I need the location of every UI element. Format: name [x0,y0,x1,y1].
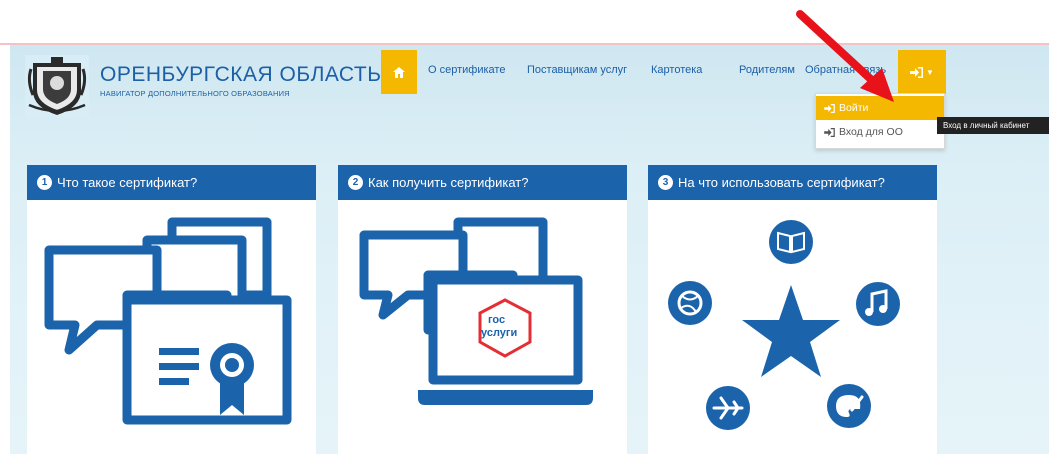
menu-item-login-org-label: Вход для ОО [839,126,903,138]
gosuslugi-logo-text-bottom: услуги [481,327,517,339]
chevron-down-icon: ▼ [926,67,934,77]
card-title: Как получить сертификат? [368,175,529,190]
card-how-to-get-certificate[interactable]: 2 Как получить сертификат? гос услуги [338,165,627,454]
activities-icon [668,220,900,430]
volleyball-icon [668,281,712,325]
sign-in-icon [824,127,835,137]
music-icon [856,282,900,326]
palette-icon [827,384,871,428]
plane-icon [706,386,750,430]
card-header: 2 Как получить сертификат? [338,165,627,200]
nav-home-button[interactable] [381,50,417,94]
card-what-is-certificate[interactable]: 1 Что такое сертификат? [27,165,316,454]
number-circle-icon: 2 [348,175,363,190]
region-title[interactable]: ОРЕНБУРГСКАЯ ОБЛАСТЬ [100,63,382,87]
sign-in-icon [910,66,924,78]
home-icon [393,66,405,78]
number-circle-icon: 3 [658,175,673,190]
region-crest-icon[interactable] [25,55,89,117]
book-icon [769,220,813,264]
star-icon [742,285,840,377]
menu-item-login-org[interactable]: Вход для ОО [816,120,944,144]
certificate-chat-icon [44,217,292,425]
gosuslugi-logo-text-top: гос [488,314,505,326]
nav-parents[interactable]: Родителям [739,64,795,76]
card-header: 1 Что такое сертификат? [27,165,316,200]
card-header: 3 На что использовать сертификат? [648,165,937,200]
card-title: Что такое сертификат? [57,175,198,190]
region-subtitle: НАВИГАТОР ДОПОЛНИТЕЛЬНОГО ОБРАЗОВАНИЯ [100,89,290,98]
card-what-to-use-certificate[interactable]: 3 На что использовать сертификат? [648,165,937,454]
card-title: На что использовать сертификат? [678,175,885,190]
annotation-arrow-icon [796,10,894,102]
login-tooltip: Вход в личный кабинет [937,117,1049,134]
nav-about-certificate[interactable]: О сертификате [428,64,505,76]
number-circle-icon: 1 [37,175,52,190]
page: ОРЕНБУРГСКАЯ ОБЛАСТЬ НАВИГАТОР ДОПОЛНИТЕ… [0,0,1049,454]
nav-catalog[interactable]: Картотека [651,64,702,76]
nav-providers[interactable]: Поставщикам услуг [527,64,627,76]
laptop-gosuslugi-icon: гос услуги [359,217,593,405]
